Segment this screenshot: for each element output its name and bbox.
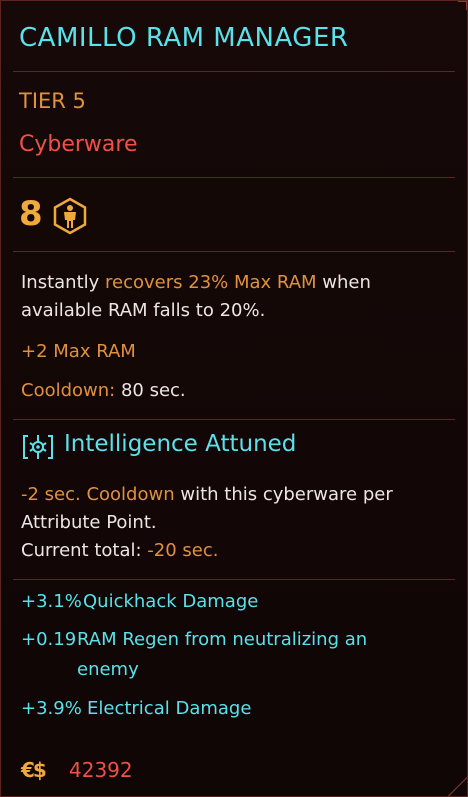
attunement-line: -2 sec. Cooldown with this cyberware per… <box>21 481 451 537</box>
attunement-highlight: -2 sec. Cooldown <box>21 484 175 505</box>
capacity-cost: 8 <box>19 194 43 234</box>
stat-text: Electrical Damage <box>87 698 252 719</box>
item-price: 42392 <box>69 758 133 782</box>
stat-value: +3.1% <box>21 591 82 612</box>
attunement-total-label: Current total: <box>21 540 148 561</box>
corner-accent <box>458 1 467 10</box>
divider <box>13 579 455 580</box>
attunement-description: -2 sec. Cooldown with this cyberware per… <box>21 481 451 565</box>
item-tier: TIER 5 <box>19 89 86 113</box>
item-description: Instantly recovers 23% Max RAM when avai… <box>21 269 451 325</box>
divider <box>13 177 455 178</box>
max-ram-bonus: +2 Max RAM <box>21 341 136 362</box>
attunement-title: Intelligence Attuned <box>64 431 297 457</box>
divider <box>13 419 455 420</box>
humanoid-hexagon-icon <box>53 197 87 235</box>
item-title: CAMILLO RAM MANAGER <box>19 23 349 53</box>
divider <box>13 251 455 252</box>
attunement-total: Current total: -20 sec. <box>21 537 451 565</box>
divider <box>13 71 455 72</box>
stat-value: +3.9% <box>21 698 82 719</box>
stat-text: RAM Regen from neutralizing an enemy <box>77 629 368 680</box>
stat-line: +3.9% Electrical Damage <box>21 694 451 724</box>
brain-chip-icon <box>23 435 53 459</box>
stat-value: +0.19 <box>21 629 77 650</box>
description-highlight: recovers 23% Max RAM <box>105 272 317 293</box>
stat-line: +0.19 RAM Regen from neutralizing an ene… <box>21 625 451 685</box>
cooldown-value: 80 sec. <box>115 380 186 401</box>
eurodollar-icon: €$ <box>21 758 47 782</box>
item-type: Cyberware <box>19 132 138 157</box>
corner-cut <box>427 756 467 796</box>
description-prefix: Instantly <box>21 272 106 293</box>
cooldown-label: Cooldown: <box>21 380 116 401</box>
stat-text: Quickhack Damage <box>83 591 259 612</box>
attunement-total-value: -20 sec. <box>147 540 219 561</box>
item-tooltip: CAMILLO RAM MANAGER TIER 5 Cyberware 8 I… <box>0 0 468 797</box>
stat-line: +3.1% Quickhack Damage <box>21 587 451 617</box>
cooldown: Cooldown: 80 sec. <box>21 380 186 401</box>
